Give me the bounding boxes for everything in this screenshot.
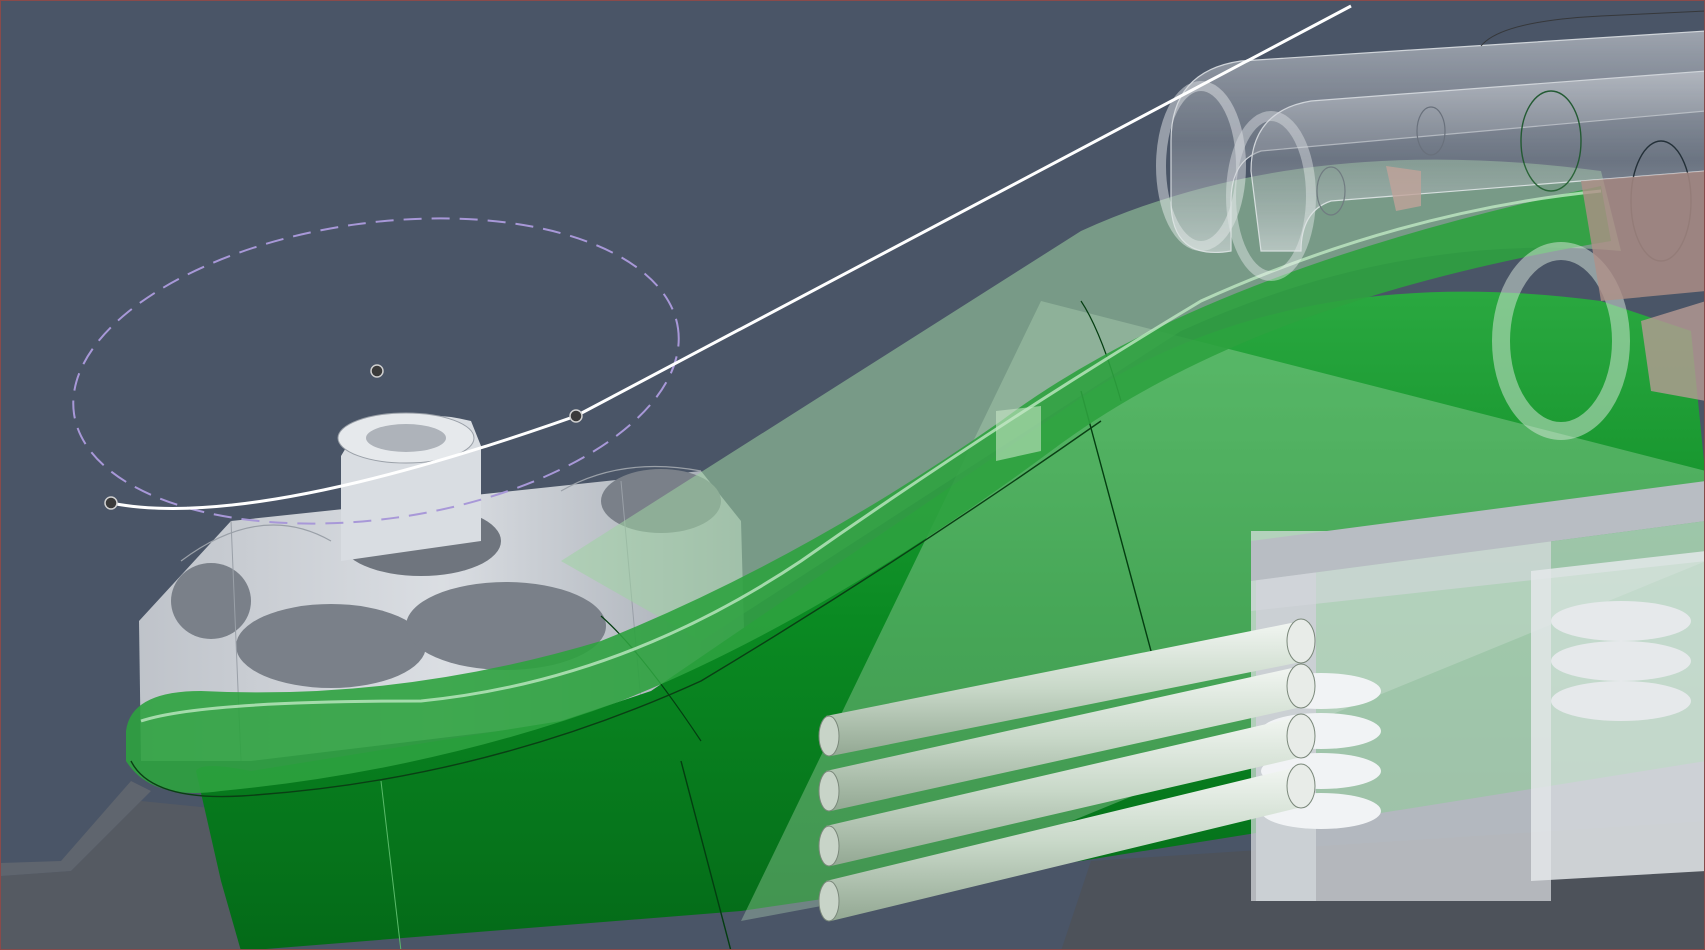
ellipse-center-point[interactable] xyxy=(370,364,384,378)
3d-viewport[interactable] xyxy=(0,0,1705,950)
spline-control-point[interactable] xyxy=(569,409,583,423)
scene-canvas[interactable] xyxy=(1,1,1705,950)
spline-start-point[interactable] xyxy=(104,496,118,510)
